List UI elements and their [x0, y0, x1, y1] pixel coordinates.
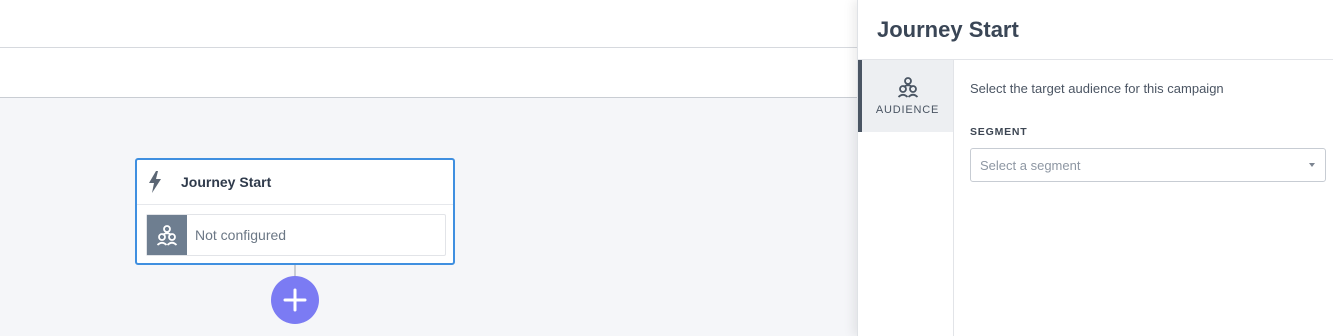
journey-start-node[interactable]: Journey Start Not configured [135, 158, 455, 265]
side-panel: Journey Start AUDIENCE Select the target… [857, 0, 1333, 336]
toolbar [0, 48, 857, 98]
audience-icon [147, 215, 187, 255]
panel-content: Select the target audience for this camp… [970, 60, 1326, 182]
panel-title: Journey Start [877, 16, 1019, 42]
panel-tabs: AUDIENCE [858, 60, 954, 336]
node-title: Journey Start [181, 174, 272, 190]
plus-icon [283, 288, 307, 312]
tab-audience[interactable]: AUDIENCE [858, 60, 953, 132]
node-header: Journey Start [137, 160, 453, 205]
chevron-down-icon [1309, 163, 1315, 167]
node-audience-summary[interactable]: Not configured [146, 214, 446, 256]
audience-icon [897, 76, 919, 98]
segment-placeholder: Select a segment [980, 157, 1081, 173]
app: Journey Start Not configured Journey Sta… [0, 0, 1333, 336]
bolt-icon [148, 171, 162, 193]
journey-canvas[interactable]: Journey Start Not configured [0, 98, 857, 336]
segment-label: SEGMENT [970, 126, 1028, 138]
add-step-button[interactable] [271, 276, 319, 324]
node-status: Not configured [195, 227, 287, 243]
segment-select[interactable]: Select a segment [970, 148, 1326, 182]
panel-description: Select the target audience for this camp… [970, 81, 1224, 96]
tab-label: AUDIENCE [875, 104, 940, 116]
panel-header: Journey Start [858, 0, 1333, 60]
top-bar [0, 0, 857, 48]
